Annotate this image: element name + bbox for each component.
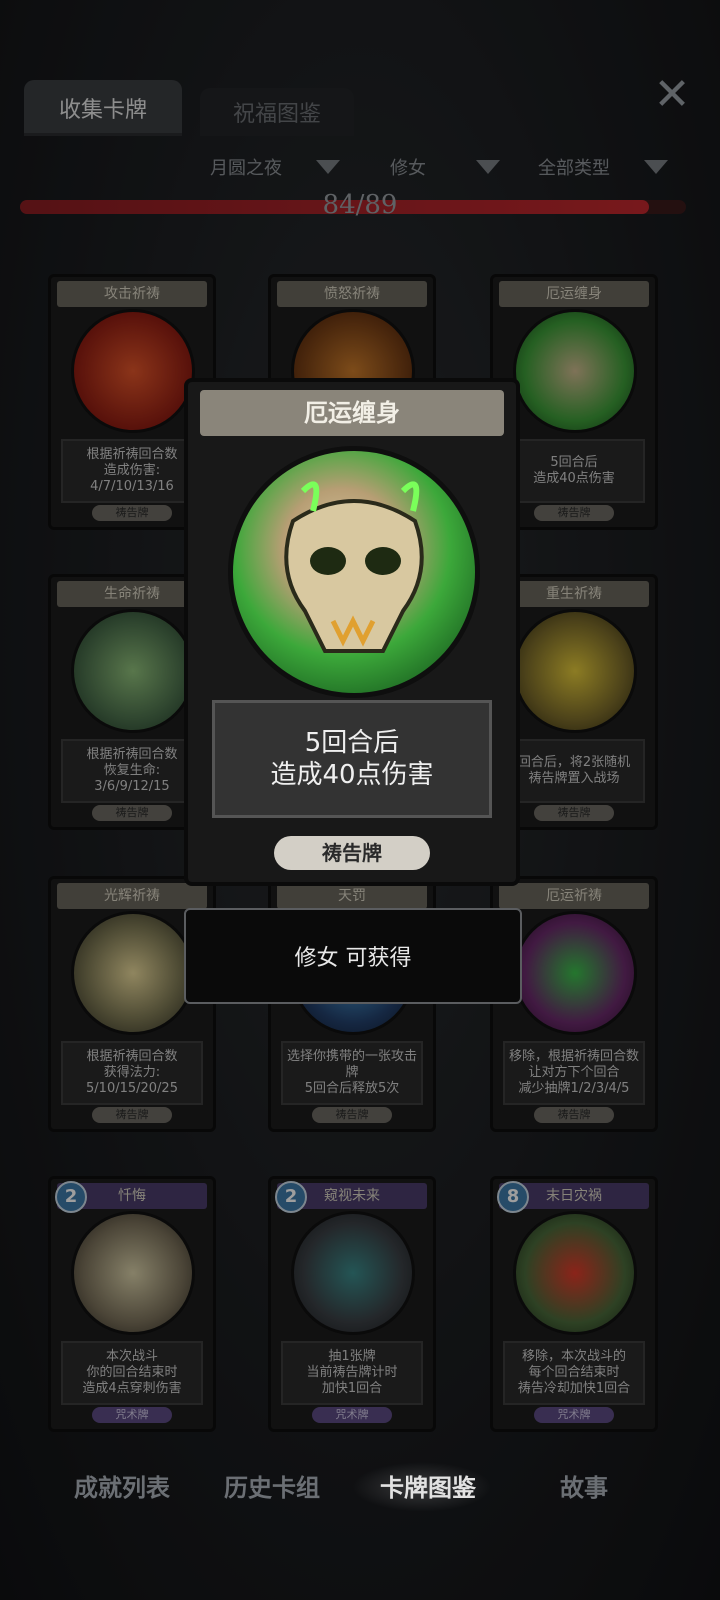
obtain-text: 修女 可获得 xyxy=(294,946,412,971)
skull-art xyxy=(228,446,480,698)
nav-achievements[interactable]: 成就列表 xyxy=(74,1468,170,1503)
detail-type: 祷告牌 xyxy=(274,836,430,870)
nav-history-decks[interactable]: 历史卡组 xyxy=(224,1468,320,1503)
obtain-tooltip: 修女 可获得 xyxy=(184,908,522,1004)
card-detail-popup: 厄运缠身 5回合后 造成40点伤害 祷告牌 xyxy=(184,378,520,886)
detail-title: 厄运缠身 xyxy=(200,390,504,436)
nav-story[interactable]: 故事 xyxy=(560,1468,608,1503)
nav-card-gallery[interactable]: 卡牌图鉴 xyxy=(380,1468,476,1503)
detail-text: 5回合后 造成40点伤害 xyxy=(212,700,492,818)
bottom-nav: 成就列表 历史卡组 卡牌图鉴 故事 xyxy=(0,1450,720,1530)
